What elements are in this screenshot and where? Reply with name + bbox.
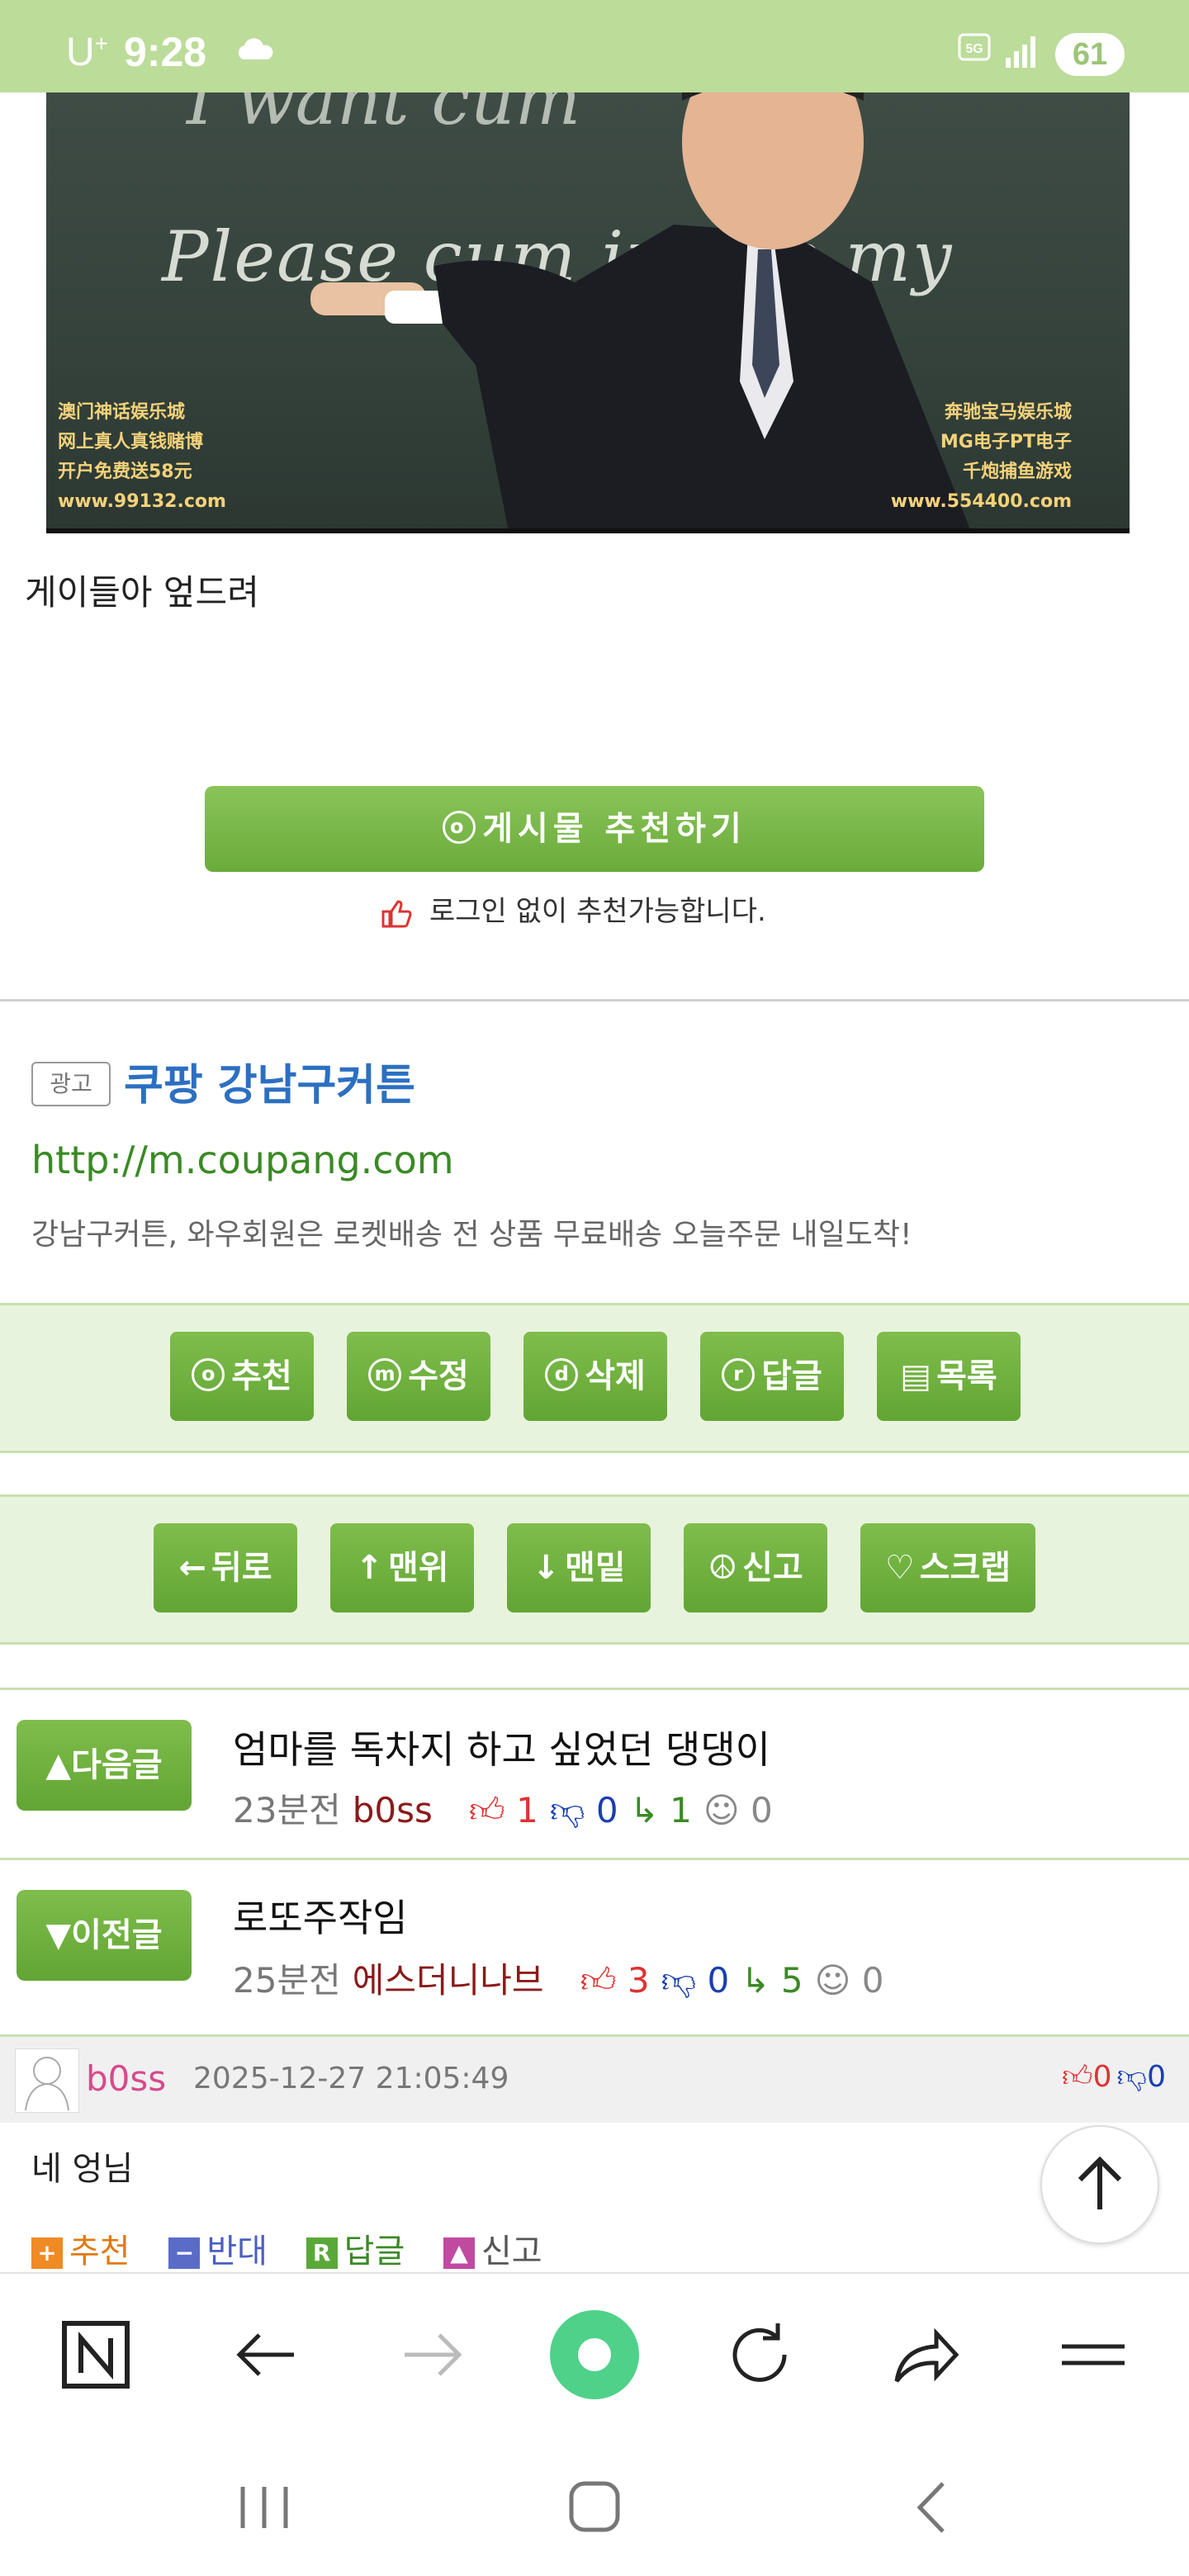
n-logo-icon[interactable] bbox=[56, 2315, 135, 2394]
home-icon[interactable] bbox=[561, 2479, 628, 2536]
scroll-to-top-button[interactable] bbox=[1040, 2125, 1159, 2244]
list-icon: ▤ bbox=[900, 1357, 932, 1395]
arrow-down-icon: ↓ bbox=[532, 1549, 560, 1587]
comment-oppose-button[interactable]: − 반대 bbox=[168, 2233, 268, 2271]
post-action-toolbar: o 추천 m 수정 d 삭제 r 답글 ▤ 목록 bbox=[0, 1303, 1189, 1453]
reply-arrow-icon: ↳ 5 bbox=[741, 1960, 803, 2001]
comment-reply-button[interactable]: R 답글 bbox=[306, 2233, 405, 2271]
avatar[interactable] bbox=[15, 2048, 79, 2113]
next-post-title[interactable]: 엄마를 독차지 하고 싶었던 댕댕이 bbox=[233, 1720, 770, 1774]
refresh-icon[interactable] bbox=[720, 2315, 799, 2394]
cloud-icon bbox=[238, 38, 273, 59]
circle-o-icon: o bbox=[443, 811, 476, 844]
navigation-toolbar: ← 뒤로 ↑ 맨위 ↓ 맨밑 ☮ 신고 ♡ 스크랩 bbox=[0, 1494, 1189, 1645]
heart-icon: ♡ bbox=[884, 1549, 915, 1587]
recent-apps-icon[interactable] bbox=[231, 2479, 297, 2536]
ad-title-link[interactable]: 쿠팡 강남구커튼 bbox=[124, 1050, 415, 1112]
prev-post-title[interactable]: 로또주작임 bbox=[233, 1888, 408, 1943]
comment-actions: + 추천 − 반대 R 답글 ▲ 신고 bbox=[31, 2224, 571, 2272]
thumb-up-icon bbox=[381, 899, 412, 927]
report-icon: ☮ bbox=[708, 1549, 738, 1587]
arrow-left-icon: ← bbox=[178, 1549, 206, 1587]
recommend-button-label: 게시물 추천하기 bbox=[482, 810, 746, 848]
bottom-button[interactable]: ↓ 맨밑 bbox=[507, 1523, 651, 1612]
edit-button[interactable]: m 수정 bbox=[347, 1332, 490, 1421]
scrap-button[interactable]: ♡ 스크랩 bbox=[860, 1523, 1035, 1612]
post-image[interactable]: I want cum Please cum inside my 澳门神话娱乐城 … bbox=[46, 92, 1130, 532]
back-icon[interactable] bbox=[226, 2315, 306, 2394]
clock: 9:28 bbox=[124, 29, 207, 75]
thumb-up-icon: 👍︎0 bbox=[1062, 2060, 1112, 2094]
list-button[interactable]: ▤ 목록 bbox=[877, 1332, 1021, 1421]
ad-url-link[interactable]: http://m.coupang.com bbox=[31, 1138, 454, 1182]
siren-icon: ▲ bbox=[443, 2237, 475, 2269]
arrow-up-icon: ↑ bbox=[355, 1549, 383, 1587]
reply-arrow-icon: ↳ 1 bbox=[629, 1790, 692, 1830]
comment-date: 2025-12-27 21:05:49 bbox=[193, 2062, 509, 2095]
next-post-row[interactable]: ▲다음글 엄마를 독차지 하고 싶었던 댕댕이 23분전 b0ss 👍︎ 1 👎︎ 0… bbox=[0, 1688, 1189, 1857]
comment-recommend-button[interactable]: + 추천 bbox=[31, 2233, 130, 2271]
divider bbox=[0, 999, 1189, 1002]
comment-face-icon: ☺ 0 bbox=[814, 1960, 884, 2001]
comment-header: b0ss 2025-12-27 21:05:49 👍︎0 👎︎0 bbox=[0, 2034, 1189, 2123]
carrier-label: U+ bbox=[66, 31, 109, 74]
arrow-up-icon bbox=[1078, 2156, 1122, 2209]
system-back-icon[interactable] bbox=[900, 2479, 966, 2536]
next-post-meta: 23분전 b0ss 👍︎ 1 👎︎ 0 ↳ 1 ☺ 0 bbox=[233, 1790, 773, 1830]
signal-icon bbox=[1006, 36, 1035, 68]
prev-post-button[interactable]: ▼이전글 bbox=[17, 1890, 192, 1981]
watermark-left: 澳门神话娱乐城 网上真人真钱赌博 开户免费送58元 www.99132.com bbox=[58, 402, 226, 512]
ad-badge: 광고 bbox=[31, 1062, 111, 1106]
post-body: 게이들아 엎드려 bbox=[25, 572, 259, 613]
image-border bbox=[46, 528, 1130, 533]
recommend-post-button[interactable]: o 게시물 추천하기 bbox=[205, 786, 984, 872]
status-bar: U+ 9:28 5G 61 bbox=[0, 0, 1189, 92]
comment-text: 네 엉님 bbox=[31, 2150, 134, 2188]
forward-icon[interactable] bbox=[393, 2315, 472, 2394]
prev-post-row[interactable]: ▼이전글 로또주작임 25분전 에스더니나브 👍︎ 3 👎︎ 0 ↳ 5 ☺ 0 bbox=[0, 1858, 1189, 2027]
delete-button[interactable]: d 삭제 bbox=[523, 1332, 667, 1421]
recommend-note: 로그인 없이 추천가능합니다. bbox=[380, 888, 766, 930]
prev-post-meta: 25분전 에스더니나브 👍︎ 3 👎︎ 0 ↳ 5 ☺ 0 bbox=[233, 1960, 884, 2001]
home-dot-icon[interactable] bbox=[548, 2308, 641, 2401]
share-icon[interactable] bbox=[885, 2315, 964, 2394]
reply-r-icon: R bbox=[306, 2237, 338, 2269]
recommend-button[interactable]: o 추천 bbox=[170, 1332, 314, 1421]
watermark-right: 奔驰宝马娱乐城 MG电子PT电子 千炮捕鱼游戏 www.554400.com bbox=[890, 402, 1072, 512]
minus-icon: − bbox=[168, 2237, 201, 2269]
report-button[interactable]: ☮ 신고 bbox=[684, 1523, 827, 1612]
thumb-up-icon: 👍︎ 1 bbox=[468, 1790, 538, 1830]
thumb-down-icon: 👎︎ 0 bbox=[549, 1790, 618, 1830]
svg-text:5G: 5G bbox=[965, 42, 983, 56]
comment-report-button[interactable]: ▲ 신고 bbox=[443, 2233, 542, 2271]
back-button[interactable]: ← 뒤로 bbox=[154, 1523, 297, 1612]
network-5g-icon: 5G bbox=[958, 33, 991, 61]
plus-icon: + bbox=[31, 2237, 63, 2269]
thumb-down-icon: 👎︎0 bbox=[1116, 2060, 1166, 2094]
next-post-button[interactable]: ▲다음글 bbox=[17, 1720, 192, 1811]
browser-toolbar bbox=[0, 2272, 1189, 2436]
comment-votes: 👍︎0 👎︎0 bbox=[1062, 2058, 1166, 2095]
top-button[interactable]: ↑ 맨위 bbox=[330, 1523, 474, 1612]
reply-button[interactable]: r 답글 bbox=[700, 1332, 844, 1421]
battery-indicator: 61 bbox=[1055, 33, 1125, 76]
system-navigation-bar bbox=[0, 2434, 1189, 2576]
comment-author[interactable]: b0ss bbox=[86, 2058, 166, 2099]
thumb-down-icon: 👎︎ 0 bbox=[661, 1960, 730, 2001]
comment-face-icon: ☺ 0 bbox=[703, 1790, 773, 1830]
menu-icon[interactable] bbox=[1054, 2315, 1133, 2394]
thumb-up-icon: 👍︎ 3 bbox=[580, 1960, 650, 2001]
ad-description: 강남구커튼, 와우회원은 로켓배송 전 상품 무료배송 오늘주문 내일도착! bbox=[31, 1218, 912, 1252]
